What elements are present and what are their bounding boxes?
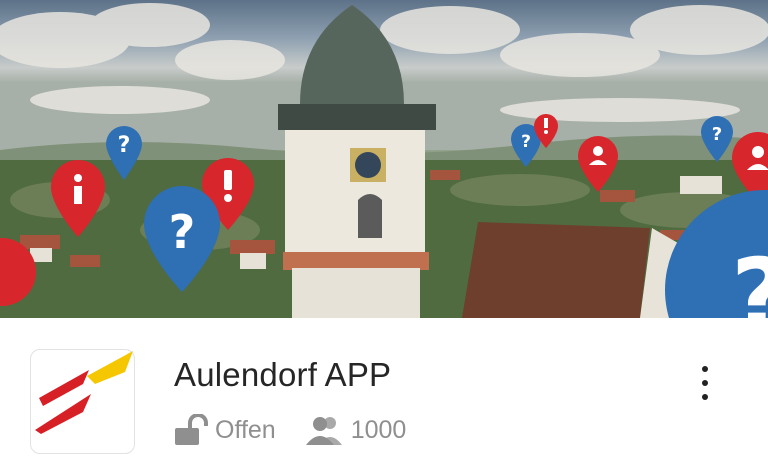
status-text: Offen [215,415,276,444]
svg-text:?: ? [521,132,531,152]
svg-text:?: ? [118,133,131,158]
people-icon [305,415,344,445]
member-count: 1000 [350,415,407,444]
lock-open-icon [174,413,208,446]
app-logo[interactable] [30,349,135,454]
svg-text:?: ? [731,237,768,318]
app-title[interactable]: Aulendorf APP [174,356,391,394]
svg-text:?: ? [712,124,722,145]
header-banner-image: ? ? ? ? [0,0,768,318]
more-options-button[interactable] [690,362,720,404]
svg-text:?: ? [169,205,196,259]
app-meta: Offen 1000 [174,412,406,448]
more-vertical-icon [702,366,708,372]
